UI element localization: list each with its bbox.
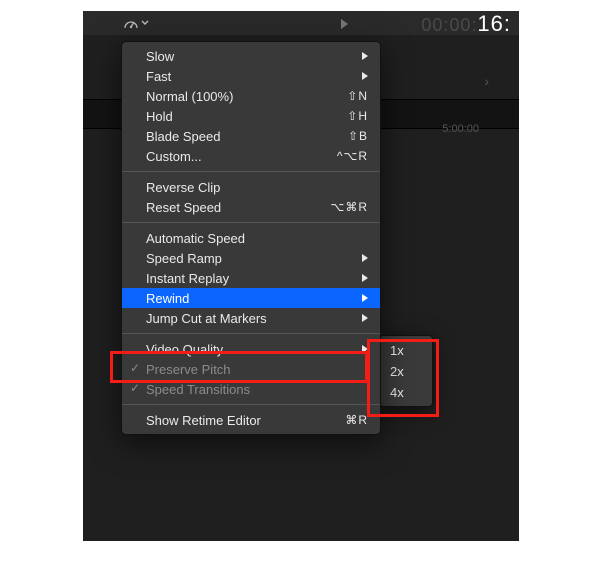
menu-item-automatic-speed[interactable]: Automatic Speed xyxy=(122,228,380,248)
timecode-display: 00:00:16: xyxy=(421,11,511,37)
timecode-bright: 16: xyxy=(477,11,511,36)
submenu-arrow-icon xyxy=(362,345,368,353)
menu-separator xyxy=(122,171,380,172)
submenu-arrow-icon xyxy=(362,294,368,302)
ruler-label: 5:00:00 xyxy=(442,123,479,135)
menu-item-rewind[interactable]: Rewind xyxy=(122,288,380,308)
play-icon xyxy=(341,19,348,29)
submenu-arrow-icon xyxy=(362,72,368,80)
menu-item-speed-transitions: Speed Transitions xyxy=(122,379,380,399)
retime-speedometer-icon xyxy=(123,16,139,30)
submenu-arrow-icon xyxy=(362,254,368,262)
menu-item-hold[interactable]: Hold⇧H xyxy=(122,106,380,126)
menu-item-fast[interactable]: Fast xyxy=(122,66,380,86)
submenu-item-2x[interactable]: 2x xyxy=(380,361,432,382)
menu-separator xyxy=(122,404,380,405)
editor-stage: 00:00:16: › 5:00:00 1x 2x 4x Slow Fast N… xyxy=(83,11,519,541)
submenu-item-1x[interactable]: 1x xyxy=(380,340,432,361)
menu-item-jump-cut-at-markers[interactable]: Jump Cut at Markers xyxy=(122,308,380,328)
menu-item-reset-speed[interactable]: Reset Speed⌥⌘R xyxy=(122,197,380,217)
toolbar: 00:00:16: xyxy=(83,11,519,35)
menu-item-video-quality[interactable]: Video Quality xyxy=(122,339,380,359)
menu-item-custom[interactable]: Custom...^⌥R xyxy=(122,146,380,166)
submenu-item-4x[interactable]: 4x xyxy=(380,382,432,403)
timecode-dim: 00:00: xyxy=(421,15,477,35)
menu-item-speed-ramp[interactable]: Speed Ramp xyxy=(122,248,380,268)
menu-item-normal[interactable]: Normal (100%)⇧N xyxy=(122,86,380,106)
menu-item-slow[interactable]: Slow xyxy=(122,46,380,66)
menu-item-preserve-pitch: Preserve Pitch xyxy=(122,359,380,379)
menu-item-reverse-clip[interactable]: Reverse Clip xyxy=(122,177,380,197)
submenu-arrow-icon xyxy=(362,274,368,282)
rewind-submenu: 1x 2x 4x xyxy=(379,335,433,407)
retime-menu: Slow Fast Normal (100%)⇧N Hold⇧H Blade S… xyxy=(121,41,381,435)
menu-separator xyxy=(122,333,380,334)
menu-item-instant-replay[interactable]: Instant Replay xyxy=(122,268,380,288)
menu-item-blade-speed[interactable]: Blade Speed⇧B xyxy=(122,126,380,146)
panel-chevron-right-icon[interactable]: › xyxy=(484,73,489,89)
submenu-arrow-icon xyxy=(362,314,368,322)
chevron-down-icon xyxy=(141,19,149,27)
submenu-arrow-icon xyxy=(362,52,368,60)
menu-item-show-retime-editor[interactable]: Show Retime Editor⌘R xyxy=(122,410,380,430)
menu-separator xyxy=(122,222,380,223)
retime-dropdown-button[interactable] xyxy=(123,15,151,31)
